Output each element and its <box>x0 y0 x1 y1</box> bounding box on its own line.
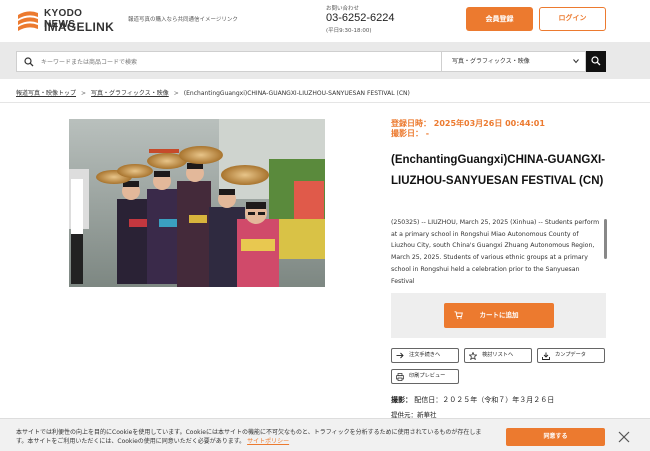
divider <box>0 102 650 103</box>
cookie-agree-button[interactable]: 同意する <box>506 428 605 446</box>
contact-label: お問い合わせ <box>326 6 360 12</box>
logo[interactable]: KYODO NEWS IMAGELINK <box>16 7 114 37</box>
close-icon[interactable] <box>618 431 630 443</box>
cookie-text: 本サイトでは利便性の向上を目的にCookieを使用しています。Cookieには本… <box>16 428 486 446</box>
search-icon <box>24 57 34 67</box>
print-icon <box>396 373 404 381</box>
product-title: (EnchantingGuangxi)CHINA-GUANGXI-LIUZHOU… <box>391 154 606 187</box>
cookie-consent-bar: 本サイトでは利便性の向上を目的にCookieを使用しています。Cookieには本… <box>0 418 650 451</box>
download-icon <box>542 352 550 360</box>
add-to-cart-button[interactable]: カートに追加 <box>444 303 554 328</box>
breadcrumb-item-category[interactable]: 写真・グラフィックス・映像 <box>91 90 169 97</box>
search-input[interactable] <box>41 55 441 69</box>
cart-panel: カートに追加 <box>391 293 606 338</box>
site-policy-link[interactable]: サイトポリシー <box>247 438 289 445</box>
chevron-down-icon <box>573 59 579 64</box>
festival-photo-image <box>69 119 325 287</box>
description-box[interactable]: (250325) -- LIUZHOU, March 25, 2025 (Xin… <box>391 217 607 283</box>
shot-date: 撮影日： - <box>391 129 430 138</box>
breadcrumb-item-current: (EnchantingGuangxi)CHINA-GUANGXI-LIUZHOU… <box>183 90 410 97</box>
cart-icon <box>454 311 463 319</box>
arrow-right-icon <box>396 352 404 359</box>
print-preview-label: 印刷プレビュー <box>409 373 446 379</box>
print-preview-button[interactable]: 印刷プレビュー <box>391 369 459 384</box>
logo-mark-icon <box>18 11 38 31</box>
register-button[interactable]: 会員登録 <box>466 7 533 31</box>
shot-info-label: 撮影： <box>391 396 412 404</box>
search-icon <box>591 56 601 66</box>
site-header: KYODO NEWS IMAGELINK 報道写真の購入なら共同通信イメージリン… <box>0 0 650 42</box>
order-button-label: 注文手続きへ <box>409 352 441 358</box>
login-button[interactable]: ログイン <box>539 7 606 31</box>
comp-data-button[interactable]: カンプデータ <box>537 348 605 363</box>
category-select[interactable]: 写真・グラフィックス・映像 <box>441 52 587 71</box>
shot-info: 撮影： 配信日：２０２５年（令和７）年３月２６日 <box>391 395 554 405</box>
search-box: 写真・グラフィックス・映像 <box>16 51 586 72</box>
star-icon <box>469 352 477 360</box>
order-button[interactable]: 注文手続きへ <box>391 348 459 363</box>
add-to-cart-label: カートに追加 <box>479 311 519 319</box>
breadcrumb-item-top[interactable]: 報道写真・映像トップ <box>16 90 76 97</box>
contact-hours: (平日9:30-18:00) <box>326 28 372 34</box>
shot-info-value: 配信日：２０２５年（令和７）年３月２６日 <box>414 396 555 404</box>
search-band: 写真・グラフィックス・映像 <box>0 42 650 79</box>
breadcrumb-separator: > <box>81 90 87 97</box>
product-description: (250325) -- LIUZHOU, March 25, 2025 (Xin… <box>391 219 600 283</box>
wishlist-button-label: 検討リストへ <box>482 352 514 358</box>
wishlist-button[interactable]: 検討リストへ <box>464 348 532 363</box>
search-button[interactable] <box>586 51 606 72</box>
description-scrollbar[interactable] <box>604 219 607 259</box>
logo-line2: IMAGELINK <box>44 20 115 34</box>
category-select-value: 写真・グラフィックス・映像 <box>452 58 530 65</box>
contact-phone[interactable]: 03-6252-6224 <box>326 12 395 24</box>
breadcrumb-separator: > <box>173 90 179 97</box>
tagline: 報道写真の購入なら共同通信イメージリンク <box>128 17 238 23</box>
product-photo[interactable] <box>69 119 325 287</box>
breadcrumb: 報道写真・映像トップ > 写真・グラフィックス・映像 > (EnchantingGuan… <box>16 88 410 97</box>
comp-data-button-label: カンプデータ <box>555 352 586 358</box>
